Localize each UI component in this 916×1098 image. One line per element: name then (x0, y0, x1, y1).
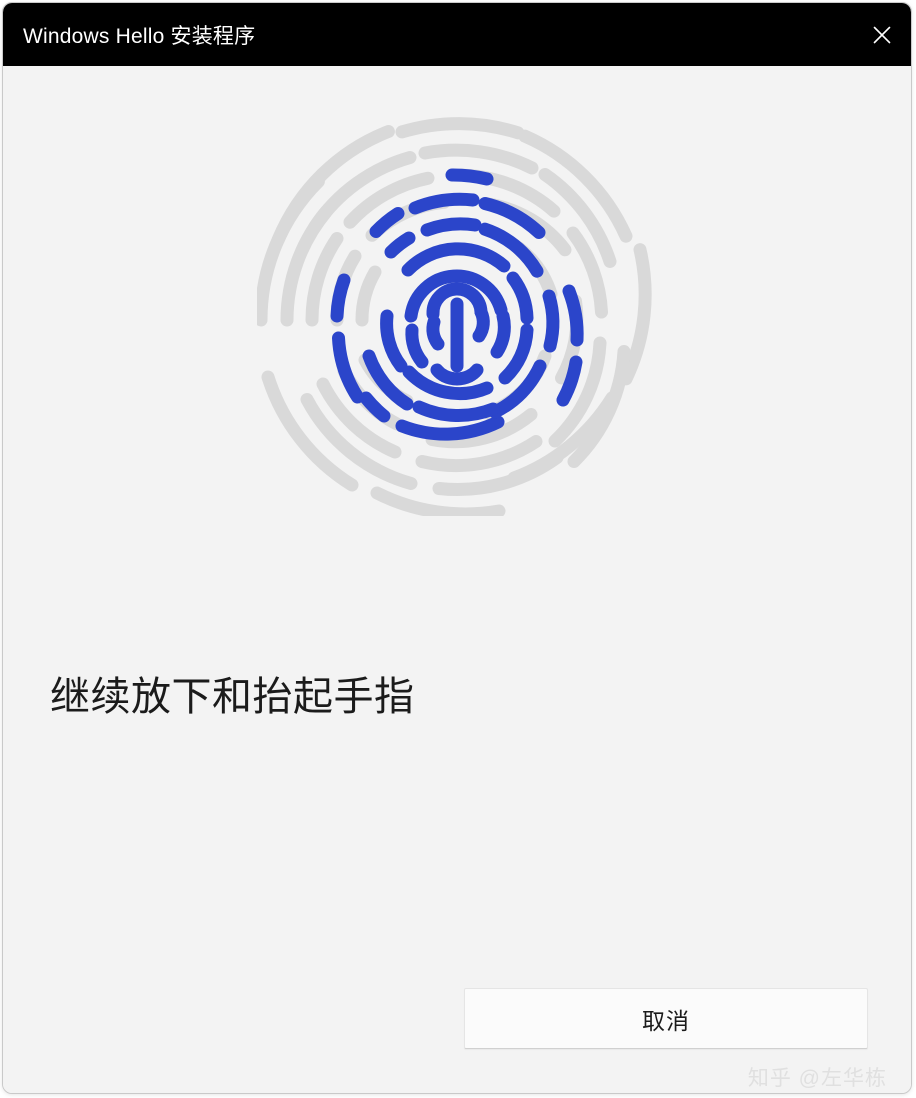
cancel-button[interactable]: 取消 (464, 988, 868, 1049)
cancel-button-label: 取消 (642, 1007, 690, 1034)
fingerprint-graphic (3, 76, 911, 516)
window-title: Windows Hello 安装程序 (23, 24, 256, 48)
fingerprint-icon (257, 117, 652, 516)
watermark: 知乎 @左华栋 (747, 1067, 887, 1090)
close-button[interactable] (853, 3, 911, 66)
dialog-body: 继续放下和抬起手指 取消 知乎 @左华栋 (3, 66, 911, 1093)
status-heading: 继续放下和抬起手指 (50, 675, 415, 719)
title-bar: Windows Hello 安装程序 (3, 3, 911, 66)
windows-hello-setup-dialog: Windows Hello 安装程序 继续放下和抬起手指 取消 知乎 @左华栋 (2, 2, 912, 1094)
close-icon (869, 22, 895, 48)
